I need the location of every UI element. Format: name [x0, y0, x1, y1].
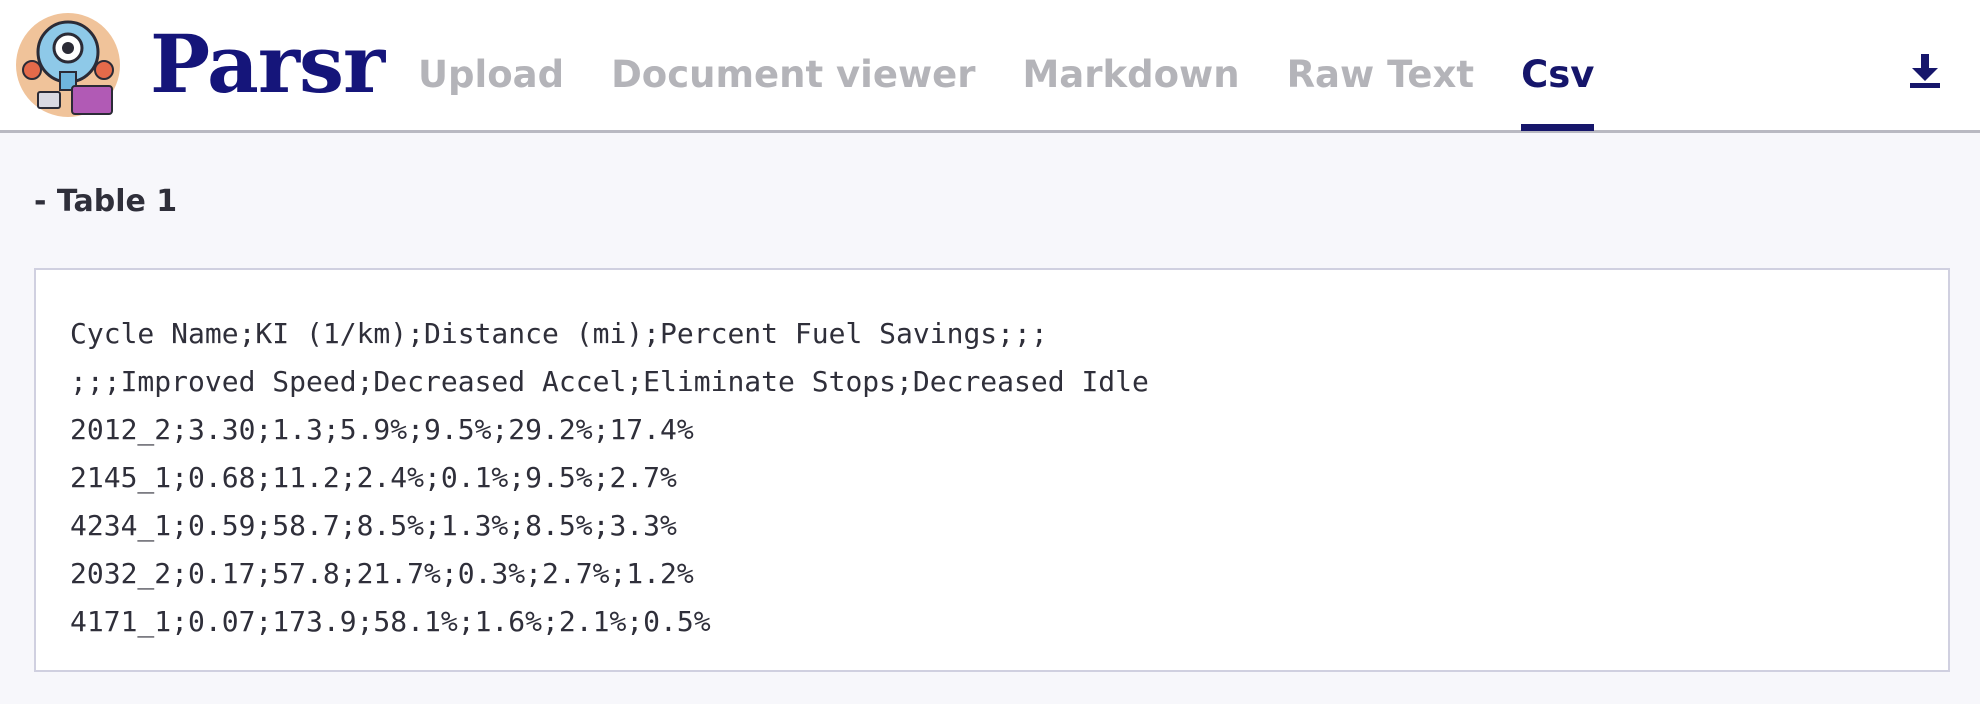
csv-output-panel: Cycle Name;KI (1/km);Distance (mi);Perce… — [34, 268, 1950, 672]
main-tabs: Upload Document viewer Markdown Raw Text… — [418, 0, 1641, 131]
csv-line: 4234_1;0.59;58.7;8.5%;1.3%;8.5%;3.3% — [70, 509, 677, 542]
table-section-title: - Table 1 — [34, 184, 178, 219]
csv-line: 4171_1;0.07;173.9;58.1%;1.6%;2.1%;0.5% — [70, 605, 711, 638]
parsr-logo-icon — [16, 13, 120, 117]
csv-line: ;;;Improved Speed;Decreased Accel;Elimin… — [70, 365, 1149, 398]
csv-line: 2032_2;0.17;57.8;21.7%;0.3%;2.7%;1.2% — [70, 557, 694, 590]
tab-csv[interactable]: Csv — [1521, 0, 1595, 131]
tab-upload[interactable]: Upload — [418, 0, 564, 130]
brand-title: Parsr — [150, 17, 385, 111]
csv-line: 2145_1;0.68;11.2;2.4%;0.1%;9.5%;2.7% — [70, 461, 677, 494]
csv-line: Cycle Name;KI (1/km);Distance (mi);Perce… — [70, 317, 1048, 350]
download-icon[interactable] — [1908, 52, 1942, 88]
tab-document-viewer[interactable]: Document viewer — [611, 0, 975, 130]
tab-raw-text[interactable]: Raw Text — [1287, 0, 1475, 130]
csv-line: 2012_2;3.30;1.3;5.9%;9.5%;29.2%;17.4% — [70, 413, 694, 446]
app-header: Parsr Upload Document viewer Markdown Ra… — [0, 0, 1980, 133]
tab-markdown[interactable]: Markdown — [1022, 0, 1239, 130]
